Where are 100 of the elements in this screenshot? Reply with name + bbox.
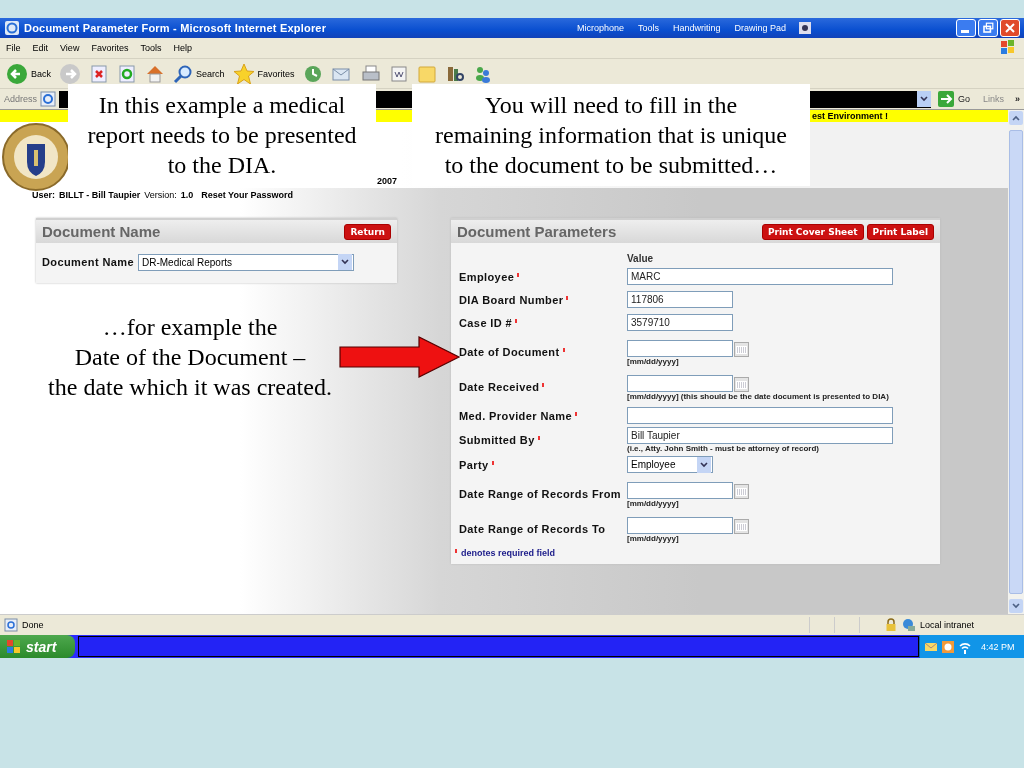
- input-field[interactable]: [627, 340, 733, 357]
- field-label: Date Range of Records From: [459, 487, 621, 500]
- seal-logo: [1, 122, 71, 192]
- input-field[interactable]: 117806: [627, 291, 733, 308]
- print-icon[interactable]: [360, 63, 381, 84]
- callout-text: remaining information that is unique: [435, 121, 787, 150]
- scroll-down-icon[interactable]: [1009, 599, 1023, 613]
- scrollbar[interactable]: [1008, 110, 1024, 614]
- arrow-icon: [339, 336, 461, 378]
- document-icon[interactable]: [388, 63, 409, 84]
- note-text: …for example the: [102, 313, 278, 342]
- callout-text: to the document to be submitted…: [444, 151, 778, 180]
- environment-notice: est Environment !: [812, 111, 888, 121]
- forward-icon[interactable]: [59, 62, 81, 85]
- refresh-icon[interactable]: [117, 63, 137, 84]
- more-links[interactable]: »: [1015, 94, 1020, 104]
- security-zone: Local intranet: [920, 620, 976, 630]
- calendar-icon[interactable]: [734, 342, 749, 357]
- header-date: 2007: [377, 176, 398, 186]
- dropdown-icon[interactable]: [338, 254, 352, 270]
- menu-item[interactable]: Tools: [140, 43, 162, 53]
- window-title: Document Parameter Form - Microsoft Internet Explorer: [24, 22, 327, 34]
- go-arrow-icon: [937, 91, 954, 107]
- search-button[interactable]: Search: [173, 63, 225, 84]
- callout-text: In this example a medical: [98, 91, 346, 120]
- language-bar-button[interactable]: Drawing Pad: [732, 22, 788, 34]
- language-bar-button[interactable]: Tools: [635, 22, 661, 34]
- input-field[interactable]: [627, 482, 733, 499]
- star-icon: [232, 62, 255, 85]
- menu-item[interactable]: Edit: [32, 43, 49, 53]
- party-select[interactable]: Employee: [627, 456, 713, 473]
- field-label: Party: [459, 458, 489, 471]
- column-heading: Value: [627, 252, 654, 264]
- input-field[interactable]: [627, 517, 733, 534]
- start-button[interactable]: start: [0, 635, 75, 658]
- history-icon[interactable]: [302, 63, 323, 84]
- version-label: Version:: [144, 190, 177, 200]
- status-text: Done: [22, 620, 44, 630]
- user-name: BILLT - Bill Taupier: [59, 190, 141, 200]
- scroll-thumb[interactable]: [1009, 130, 1023, 594]
- clock-icon[interactable]: [941, 639, 955, 654]
- language-bar-button[interactable]: Handwriting: [670, 22, 723, 34]
- note-text: Date of the Document –: [74, 343, 306, 372]
- field-hint: [mm/dd/yyyy] (this should be the date document is presented to DIA): [627, 392, 889, 401]
- field-label: Submitted By: [459, 434, 535, 446]
- return-button[interactable]: Return: [344, 223, 391, 240]
- field-label: Employee: [459, 270, 515, 283]
- required-mark: [455, 549, 457, 553]
- panel-title: Document Parameters: [457, 223, 617, 240]
- user-label: User:: [32, 190, 55, 200]
- callout-text: report needs to be presented: [87, 121, 357, 150]
- field-hint: [mm/dd/yyyy]: [627, 534, 680, 543]
- print-button[interactable]: Print Cover Sheet: [761, 223, 864, 240]
- dropdown-icon[interactable]: [697, 456, 711, 473]
- dropdown-icon[interactable]: [916, 91, 931, 107]
- input-field[interactable]: 3579710: [627, 314, 733, 331]
- field-label: Date of Document: [459, 345, 560, 358]
- field-label: Date Received: [459, 380, 540, 393]
- reset-password-link[interactable]: Reset Your Password: [201, 190, 293, 200]
- callout-text: to the DIA.: [167, 151, 277, 180]
- input-field[interactable]: MARC: [627, 268, 893, 285]
- callout-text: You will need to fill in the: [484, 91, 738, 120]
- menu-item[interactable]: Help: [173, 43, 192, 53]
- document-name-select[interactable]: DR-Medical Reports: [138, 253, 354, 271]
- field-label: Date Range of Records To: [459, 522, 606, 535]
- clock: 4:42 PM: [981, 641, 1015, 652]
- close-button[interactable]: [1000, 19, 1020, 37]
- lock-icon: [884, 618, 898, 632]
- field-label: DIA Board Number: [459, 293, 564, 306]
- field-hint: (i.e., Atty. John Smith - must be attorney of record): [627, 444, 820, 453]
- scroll-up-icon[interactable]: [1009, 111, 1023, 125]
- field-hint: [mm/dd/yyyy]: [627, 499, 680, 508]
- menu-item[interactable]: Favorites: [91, 43, 129, 53]
- page-icon: [4, 618, 18, 632]
- language-bar-button[interactable]: Microphone: [574, 22, 626, 34]
- input-field[interactable]: [627, 407, 893, 424]
- calendar-icon[interactable]: [734, 519, 749, 534]
- menu-item[interactable]: View: [60, 43, 80, 53]
- go-button[interactable]: Go: [937, 91, 970, 107]
- minimize-button[interactable]: [956, 19, 976, 37]
- address-label: Address: [4, 94, 38, 104]
- panel-title: Document Name: [42, 223, 161, 240]
- field-label: Document Name: [42, 256, 134, 268]
- back-button[interactable]: Back: [6, 62, 51, 85]
- field-label: Case ID #: [459, 316, 513, 329]
- calendar-icon[interactable]: [734, 377, 749, 392]
- calendar-icon[interactable]: [734, 484, 749, 499]
- stop-icon[interactable]: [89, 63, 109, 84]
- favorites-button[interactable]: Favorites: [232, 62, 295, 85]
- version-number: 1.0: [180, 190, 194, 200]
- menu-item[interactable]: File: [6, 43, 21, 53]
- page-icon: [40, 91, 57, 107]
- print-button[interactable]: Print Label: [866, 223, 934, 240]
- field-label: Med. Provider Name: [459, 409, 572, 422]
- input-field[interactable]: Bill Taupier: [627, 427, 893, 444]
- note-text: the date which it was created.: [48, 373, 332, 402]
- home-icon[interactable]: [145, 63, 165, 84]
- required-footnote: denotes required field: [461, 548, 556, 558]
- input-field[interactable]: [627, 375, 733, 392]
- restore-button[interactable]: [978, 19, 998, 37]
